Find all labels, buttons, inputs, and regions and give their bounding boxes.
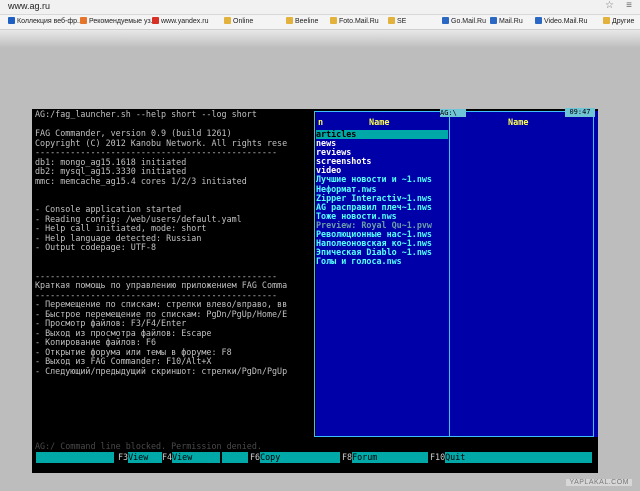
bookmark-label: Go.Mail.Ru xyxy=(451,18,487,25)
bookmark-item[interactable]: Mail.Ru xyxy=(490,17,523,25)
file-item[interactable]: Zipper Interactiv~1.nws xyxy=(316,194,448,203)
terminal-output: AG:/fag_launcher.sh --help short --log s… xyxy=(35,110,345,376)
bookmark-folder-icon xyxy=(8,17,15,24)
bookmark-label: Коллекция веб-фр... xyxy=(17,18,83,25)
bookmark-item[interactable]: Коллекция веб-фр... xyxy=(8,17,83,25)
star-icon[interactable]: ☆ xyxy=(605,0,614,11)
address-bar[interactable]: www.ag.ru ☆ ≡ xyxy=(0,0,640,15)
column-n-header: n xyxy=(318,118,324,128)
url-text[interactable]: www.ag.ru xyxy=(8,1,50,11)
bookmark-folder-icon xyxy=(388,17,395,24)
file-item[interactable]: Лучшие новости и ~1.nws xyxy=(316,175,448,184)
bookmarks-bar: Коллекция веб-фр... Рекомендуемые уз... ww… xyxy=(0,15,640,30)
file-item[interactable]: Наполеоновская ко~1.nws xyxy=(316,239,448,248)
fkey-spacer-2 xyxy=(222,452,248,463)
fkey-f6-label: Copy xyxy=(260,452,315,463)
file-item[interactable]: AG расправил плеч~1.nws xyxy=(316,203,448,212)
command-line[interactable]: AG:/ Command line blocked. Permission de… xyxy=(35,441,262,451)
fkey-f6-num: F6 xyxy=(250,452,261,462)
fkey-f4-num: F4 xyxy=(162,452,173,462)
panel-divider xyxy=(449,117,450,436)
bookmark-item[interactable]: www.yandex.ru xyxy=(152,17,208,25)
bookmark-item[interactable]: Рекомендуемые уз... xyxy=(80,17,156,25)
fkey-spacer-4 xyxy=(394,452,428,463)
file-item[interactable]: screenshots xyxy=(316,157,448,166)
bookmark-folder-icon xyxy=(80,17,87,24)
bookmark-label: Mail.Ru xyxy=(499,18,523,25)
column-name-right-header[interactable]: Name xyxy=(508,118,528,128)
clock: 09:47 xyxy=(565,108,595,117)
file-item[interactable]: video xyxy=(316,166,448,175)
bookmark-label: SE xyxy=(397,18,407,25)
bookmark-item[interactable]: Video.Mail.Ru xyxy=(535,17,587,25)
bookmark-item[interactable]: Другие xyxy=(603,17,634,25)
bookmark-folder-icon xyxy=(224,17,231,24)
file-item[interactable]: reviews xyxy=(316,148,448,157)
terminal-line: mmc: memcache_ag15.4 cores 1/2/3 initiat… xyxy=(35,175,247,186)
bookmark-item[interactable]: Beeline xyxy=(286,17,318,25)
column-name-left-header[interactable]: Name xyxy=(369,118,389,128)
bookmark-item[interactable]: Foto.Mail.Ru xyxy=(330,17,379,25)
fkey-f3-num: F3 xyxy=(118,452,129,462)
file-item[interactable]: Революционные нас~1.nws xyxy=(316,230,448,239)
bookmark-label: www.yandex.ru xyxy=(161,18,209,25)
bookmark-label: Beeline xyxy=(295,18,319,25)
fkey-f3[interactable]: F3View xyxy=(118,452,163,463)
bookmark-folder-icon xyxy=(442,17,449,24)
fkey-spacer xyxy=(36,452,114,463)
bookmark-folder-icon xyxy=(490,17,497,24)
file-item[interactable]: Голы и голоса.nws xyxy=(316,257,448,266)
fkey-f4-label: View xyxy=(172,452,221,463)
fkey-f10-num: F10 xyxy=(430,452,446,462)
fkey-f6[interactable]: F6Copy xyxy=(250,452,315,463)
bookmark-label: Рекомендуемые уз... xyxy=(89,18,157,25)
file-item[interactable]: Preview: Royal Qu~1.pvw xyxy=(316,221,448,230)
fkey-f8-label: Forum xyxy=(352,452,397,463)
fkey-f4[interactable]: F4View xyxy=(162,452,221,463)
file-item[interactable]: Эпическая Diablo ~1.nws xyxy=(316,248,448,257)
terminal-line: - Output codepage: UTF-8 xyxy=(35,242,157,252)
panel-title: AG:\ xyxy=(440,109,466,117)
bookmark-label: Foto.Mail.Ru xyxy=(339,18,379,25)
hamburger-icon[interactable]: ≡ xyxy=(626,0,632,11)
bookmark-folder-icon xyxy=(152,17,159,24)
terminal-line: AG:/fag_launcher.sh --help short --log s… xyxy=(35,110,257,119)
bookmark-label: Online xyxy=(233,18,254,25)
bookmark-folder-icon xyxy=(535,17,542,24)
bookmark-folder-icon xyxy=(286,17,293,24)
page-header-gradient xyxy=(0,30,640,48)
fkey-f3-label: View xyxy=(128,452,163,463)
file-list: articles news reviews screenshots video Лучши… xyxy=(316,130,448,266)
bookmark-item[interactable]: Go.Mail.Ru xyxy=(442,17,486,25)
fkey-f8[interactable]: F8Forum xyxy=(342,452,397,463)
watermark: YAPLAKAL.COM xyxy=(566,479,632,486)
function-key-bar: F3View F4View F6Copy F8Forum F10Quit xyxy=(32,452,598,463)
fkey-spacer-5 xyxy=(494,452,592,463)
bookmark-folder-icon xyxy=(330,17,337,24)
bookmark-label: Другие xyxy=(612,18,635,25)
file-item[interactable]: news xyxy=(316,139,448,148)
bookmark-folder-icon xyxy=(603,17,610,24)
file-item[interactable]: Тоже новости.nws xyxy=(316,212,448,221)
bookmark-label: Video.Mail.Ru xyxy=(544,18,588,25)
bookmark-item[interactable]: Online xyxy=(224,17,253,25)
file-item[interactable]: articles xyxy=(316,130,448,140)
fkey-spacer-3 xyxy=(310,452,340,463)
terminal-line: - Следующий/предыдущий скриншот: стрелки… xyxy=(35,365,288,376)
fkey-f10[interactable]: F10Quit xyxy=(430,452,502,463)
fkey-f10-label: Quit xyxy=(445,452,502,463)
bookmark-item[interactable]: SE xyxy=(388,17,406,25)
file-item[interactable]: Неформат.nws xyxy=(316,185,448,194)
fkey-f8-num: F8 xyxy=(342,452,353,462)
